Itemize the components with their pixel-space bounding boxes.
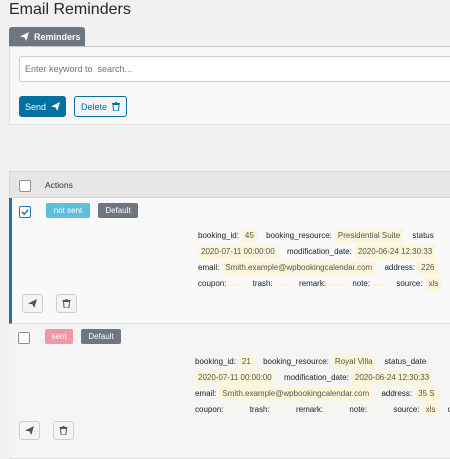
field-label: booking_resource: [266,231,332,240]
field-value-empty [226,410,241,412]
field-label: coupon: [198,279,227,288]
booking-fields: booking_id: 45 booking_resource: President… [198,228,450,292]
field-label: modification_date: [283,373,349,382]
tab-reminders[interactable]: Reminders [9,27,85,46]
trash-icon [62,299,71,308]
field-label: modification_date: [286,247,352,256]
delete-reminder-button[interactable] [56,294,77,313]
toolbar-panel: Send Delete [9,47,450,125]
field-value-empty [373,284,388,286]
field-label: source: [393,405,420,414]
paper-plane-icon [28,299,37,308]
send-button[interactable]: Send [19,96,66,117]
field-value: 35 S [415,387,438,401]
field-label: trash: [249,405,270,414]
field-label: source: [396,279,423,288]
field-label: booking_id: [195,357,236,366]
field-value: xls [425,277,442,291]
trash-icon [59,426,68,435]
field-value: Smith.example@wpbookingcalendar.com [222,261,376,275]
field-value: Presidential Suite [334,229,404,243]
tag-badge: Default [98,203,138,218]
field-label: note: [352,279,371,288]
paper-plane-icon [25,426,34,435]
field-value: 2020-07-11 00:00:00 [195,371,275,385]
field-value-empty [229,284,244,286]
field-label: email: [195,389,217,398]
field-value: 2020-06-24 12:30:33 [351,371,433,385]
field-value-empty [326,410,341,412]
checkmark-icon [21,209,29,216]
trash-icon [112,102,120,111]
send-reminder-button[interactable] [19,421,40,440]
booking-fields: booking_id: 21 booking_resource: Royal Vil… [195,354,450,418]
field-label: coupon: [195,405,224,414]
paper-plane-icon [51,102,61,111]
field-label: booking_resource: [263,357,329,366]
tag-badge: Default [81,329,121,344]
field-value-empty [370,410,385,412]
paper-plane-icon [20,32,29,41]
list-item: sent Default booking_id: 21 booking_resou… [9,324,450,459]
reminders-list: Actions not sent Default booking_id: 45 b… [9,171,450,459]
list-item: not sent Default booking_id: 45 booking_r… [9,198,450,324]
field-label: booking_id: [198,231,239,240]
delete-reminder-button[interactable] [53,421,74,440]
field-value: 226 [418,261,438,275]
row-checkbox[interactable] [19,206,31,218]
actions-header: Actions [45,180,73,190]
field-value-empty [272,410,287,412]
status-badge: sent [45,329,73,344]
field-value: 2020-06-24 12:30:33 [354,245,436,259]
field-label: remark: [298,279,327,288]
field-value: 2020-07-11 00:00:00 [198,245,278,259]
search-input[interactable] [19,56,450,82]
field-label: remark: [295,405,324,414]
tab-label: Reminders [34,31,81,42]
field-value: 45 [241,229,257,243]
list-header: Actions [9,171,450,198]
field-label: status_date [384,357,427,366]
field-label: trash: [252,279,273,288]
field-label: status [412,231,434,240]
field-label: address: [381,389,413,398]
field-value: Royal Villa [331,355,376,369]
field-value: 21 [238,355,254,369]
delete-button[interactable]: Delete [74,96,127,117]
row-checkbox[interactable] [18,332,30,344]
field-value-empty [275,284,290,286]
field-label: note: [349,405,368,414]
field-label: address: [384,263,416,272]
page-title: Email Reminders [9,1,131,18]
select-all-checkbox[interactable] [19,180,31,192]
field-value: xls [422,403,439,417]
send-reminder-button[interactable] [22,294,43,313]
status-badge: not sent [46,203,90,218]
delete-label: Delete [80,101,107,112]
field-value-empty [329,284,344,286]
field-label: email: [198,263,220,272]
send-label: Send [24,101,47,112]
field-value: Smith.example@wpbookingcalendar.com [219,387,373,401]
